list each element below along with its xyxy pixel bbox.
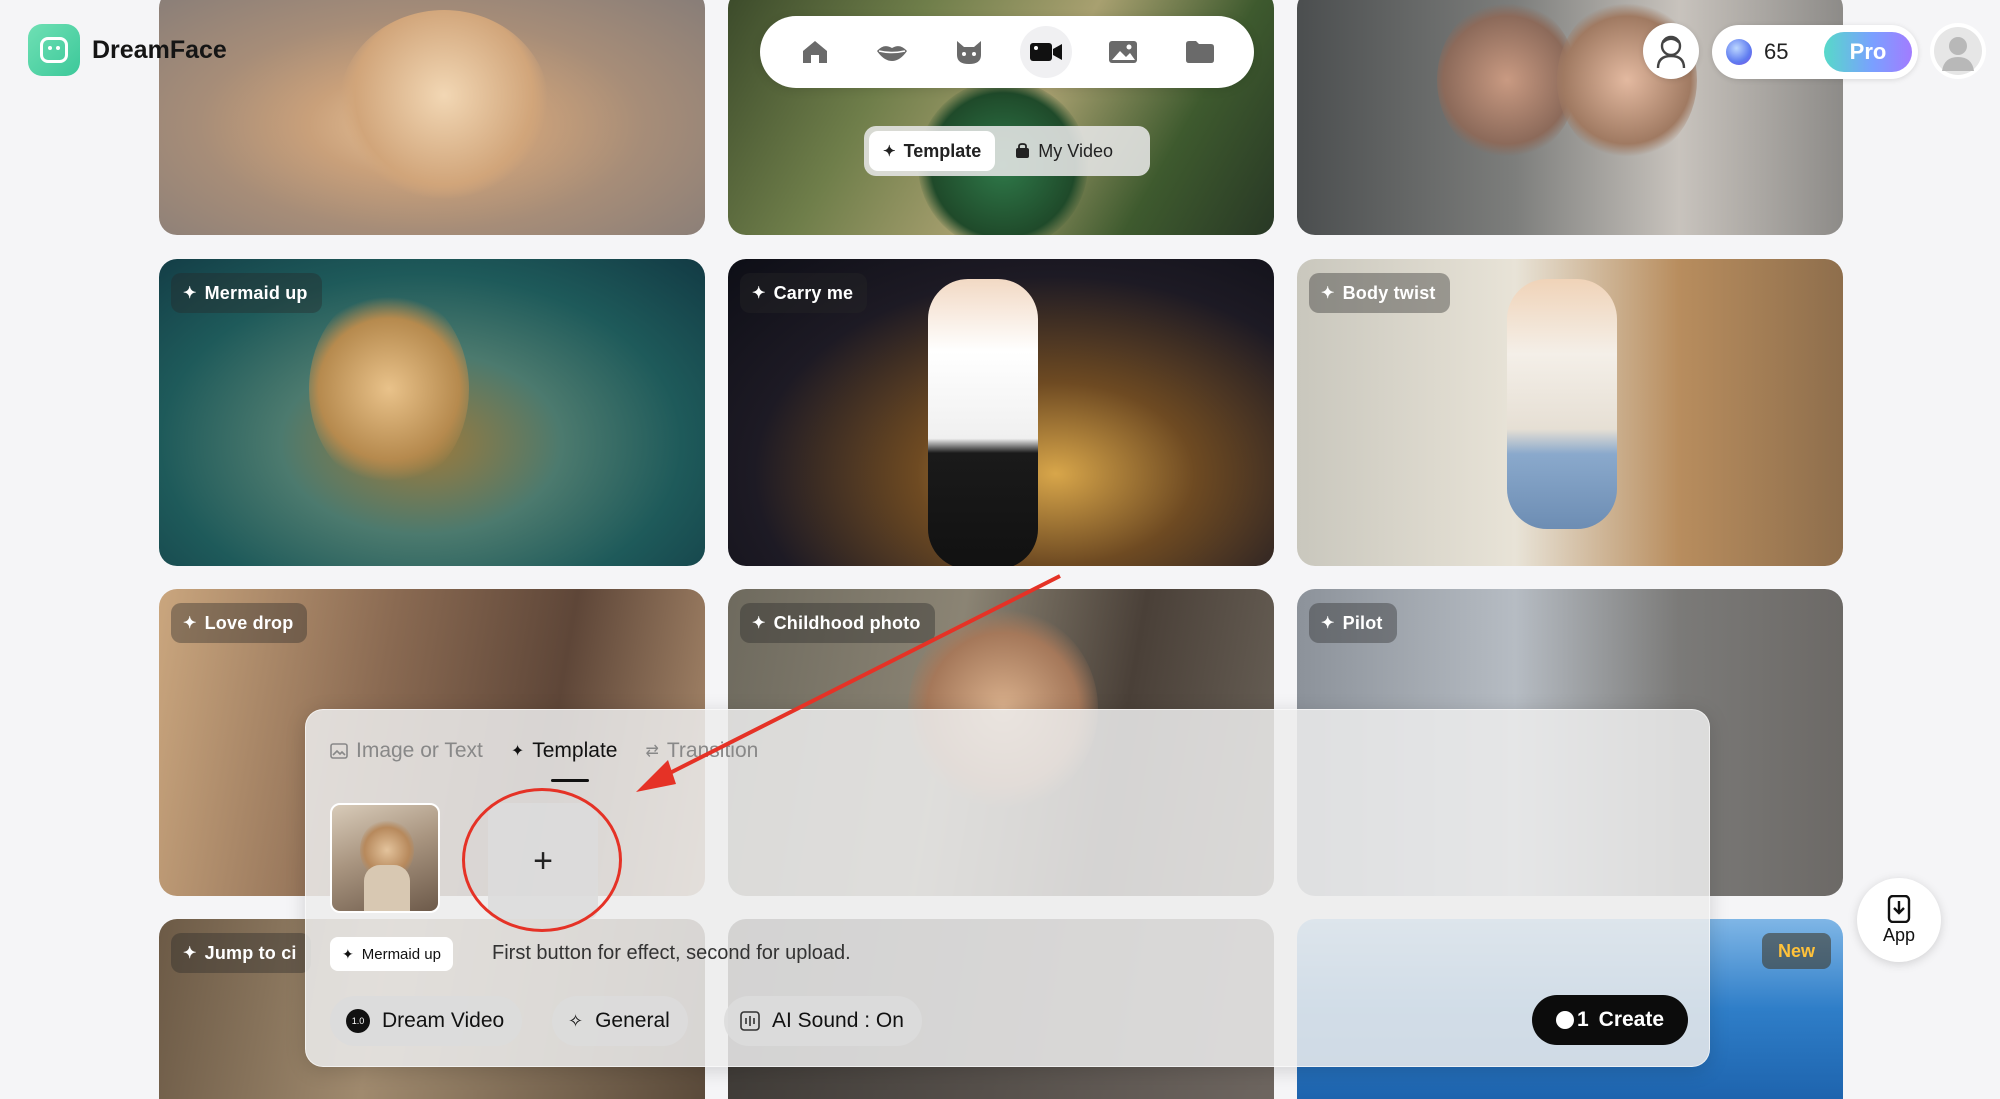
tab-transition[interactable]: ⇄ Transition [645, 736, 758, 766]
template-thumbnail[interactable] [330, 803, 440, 913]
card-label: ✦ Mermaid up [171, 273, 322, 313]
create-cost: 1 [1576, 1008, 1589, 1031]
tab-label: Template [532, 739, 618, 762]
style-button[interactable]: ✧ General [552, 996, 688, 1046]
face-swap-button[interactable] [1643, 23, 1699, 79]
tab-label: Template [903, 140, 982, 161]
chip-label: Mermaid up [361, 945, 441, 963]
user-avatar[interactable] [1930, 23, 1986, 79]
card-label-text: Body twist [1342, 282, 1436, 303]
template-card-mermaid-up[interactable]: ✦ Mermaid up [159, 259, 705, 566]
tab-template[interactable]: ✦ Template [510, 736, 618, 782]
sparkle-icon: ✦ [1321, 285, 1335, 302]
sparkle-icon: ✦ [183, 945, 197, 962]
sub-nav: ✦ Template My Video [864, 126, 1150, 176]
app-name: DreamFace [92, 35, 227, 64]
tab-my-video[interactable]: My Video [1001, 131, 1127, 171]
credit-icon: 1 [1555, 1008, 1589, 1032]
model-label: Dream Video [382, 1009, 505, 1032]
magic-wand-icon: ✧ [568, 1010, 584, 1031]
face-avatar-icon [1656, 35, 1686, 69]
download-app-button[interactable]: App [1857, 878, 1941, 962]
bag-icon [1016, 143, 1030, 158]
tab-label: Transition [666, 739, 759, 762]
sparkle-icon: ✦ [752, 285, 766, 302]
video-camera-icon[interactable] [1019, 26, 1072, 78]
sound-wave-icon [740, 1011, 760, 1031]
template-card-carry-me[interactable]: ✦ Carry me [728, 259, 1274, 566]
card-label-text: Jump to ci [204, 942, 297, 963]
lips-icon[interactable] [866, 26, 918, 78]
card-label: ✦ Childhood photo [740, 603, 935, 643]
tab-image-or-text[interactable]: Image or Text [330, 736, 483, 766]
cat-icon[interactable] [943, 26, 995, 78]
template-card-puppy[interactable] [159, 0, 705, 235]
folder-icon[interactable] [1174, 26, 1226, 78]
credits-pill[interactable]: 65 Pro [1712, 25, 1918, 79]
card-label: ✦ Jump to ci [171, 933, 311, 973]
sparkle-icon: ✦ [342, 945, 354, 962]
sparkle-icon: ✦ [183, 615, 197, 632]
tab-label: My Video [1038, 140, 1113, 161]
top-nav [760, 16, 1254, 88]
new-badge: New [1761, 933, 1831, 969]
template-card-body-twist[interactable]: ✦ Body twist [1297, 259, 1843, 566]
tab-template[interactable]: ✦ Template [869, 131, 996, 171]
card-label-text: Pilot [1342, 612, 1383, 633]
card-label-text: Mermaid up [204, 282, 308, 303]
sparkle-icon: ✦ [752, 615, 766, 632]
card-label: ✦ Body twist [1309, 273, 1450, 313]
sound-label: AI Sound : On [772, 1009, 904, 1032]
card-label-text: Carry me [773, 282, 854, 303]
image-icon [330, 743, 348, 759]
hint-text: First button for effect, second for uplo… [492, 942, 851, 964]
swap-icon: ⇄ [645, 743, 659, 760]
sparkle-icon: ✦ [883, 143, 896, 160]
credit-count: 65 [1764, 39, 1789, 64]
card-label-text: Childhood photo [773, 612, 921, 633]
sparkle-icon: ✦ [1321, 615, 1335, 632]
credit-gem-icon [1726, 39, 1752, 65]
page: ✦ Mermaid up ✦ Carry me ✦ Body twist ✦ Love … [0, 0, 2000, 1099]
app-label: App [1882, 924, 1916, 945]
highlight-circle [462, 788, 622, 932]
create-label: Create [1598, 1008, 1665, 1031]
model-button[interactable]: 1.0 Dream Video [330, 996, 523, 1046]
home-icon[interactable] [789, 26, 841, 78]
app-logo[interactable]: DreamFace [28, 24, 227, 76]
model-badge: 1.0 [346, 1009, 370, 1033]
image-icon[interactable] [1097, 26, 1149, 78]
ai-sound-toggle[interactable]: AI Sound : On [724, 996, 922, 1046]
card-label: ✦ Carry me [740, 273, 868, 313]
tab-label: Image or Text [356, 739, 483, 762]
card-label: ✦ Pilot [1309, 603, 1397, 643]
card-label-text: Love drop [204, 612, 294, 633]
pro-button[interactable]: Pro [1824, 32, 1912, 72]
sparkle-icon: ✦ [510, 743, 525, 760]
sparkle-icon: ✦ [183, 285, 197, 302]
user-icon [1934, 27, 1982, 75]
selected-template-chip[interactable]: ✦ Mermaid up [330, 937, 453, 971]
logo-icon [28, 24, 80, 76]
panel-tabs: Image or Text ✦ Template ⇄ Transition [330, 736, 758, 782]
card-label: ✦ Love drop [171, 603, 308, 643]
style-label: General [595, 1009, 670, 1032]
create-panel: Image or Text ✦ Template ⇄ Transition + … [305, 709, 1710, 1067]
download-icon [1887, 894, 1911, 923]
create-button[interactable]: 1 Create [1532, 995, 1688, 1045]
